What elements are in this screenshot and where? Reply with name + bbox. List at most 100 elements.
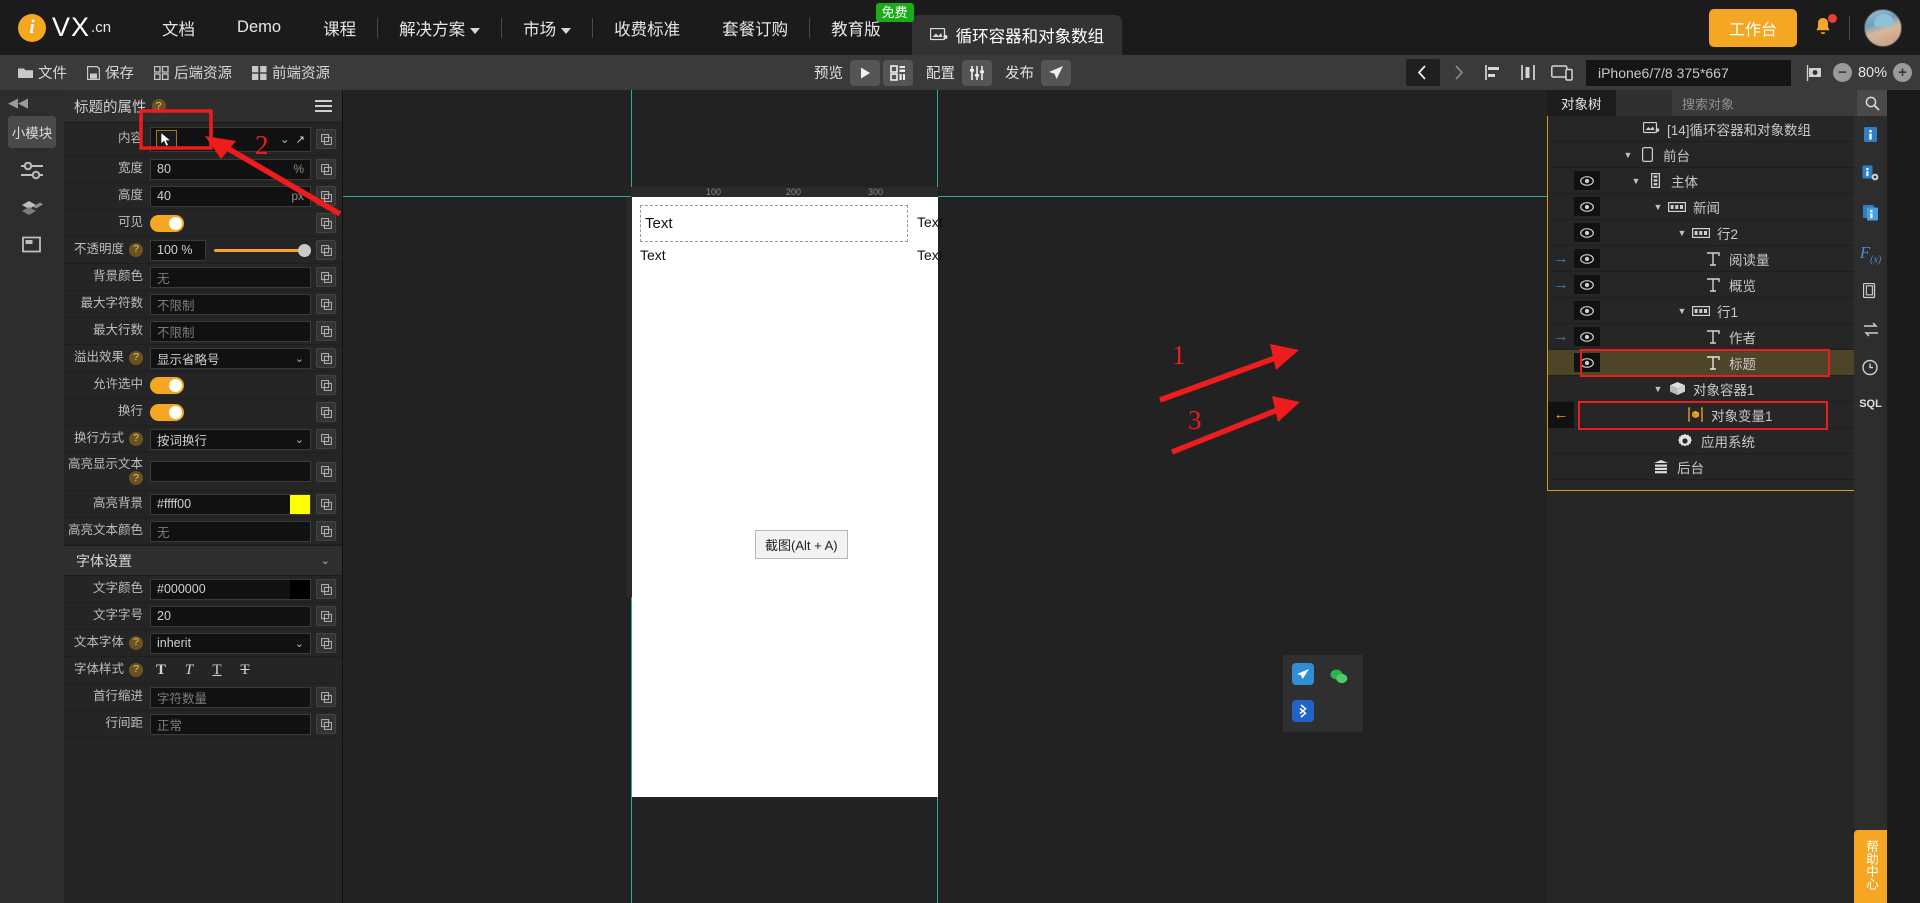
max-chars-input[interactable]: 不限制 bbox=[150, 293, 311, 315]
expand-caret[interactable]: ▼ bbox=[1628, 176, 1644, 186]
canvas-text-right-2[interactable]: Text bbox=[917, 247, 943, 263]
phone-preview[interactable]: Text Text Text Text bbox=[632, 197, 943, 797]
highlight-color-input[interactable]: 无 bbox=[150, 520, 311, 542]
help-icon[interactable]: ? bbox=[129, 351, 143, 365]
color-swatch[interactable] bbox=[290, 494, 310, 514]
clock-info-icon[interactable] bbox=[1862, 359, 1879, 380]
height-input[interactable]: 40 px bbox=[150, 185, 311, 207]
stack-icon[interactable] bbox=[1862, 204, 1880, 225]
copy-button[interactable] bbox=[316, 294, 336, 314]
qrcode-button[interactable] bbox=[883, 59, 913, 86]
font-section-header[interactable]: 字体设置 ⌄ bbox=[64, 545, 342, 576]
tree-node-row1[interactable]: ▼ 行1 bbox=[1548, 298, 1886, 324]
help-icon[interactable]: ? bbox=[151, 99, 166, 113]
logo[interactable]: i VX .cn bbox=[18, 12, 111, 43]
search-button[interactable] bbox=[1857, 90, 1887, 116]
copy-button[interactable] bbox=[316, 186, 336, 206]
canvas-text-left-2[interactable]: Text bbox=[640, 247, 666, 263]
slider-knob[interactable] bbox=[298, 243, 311, 257]
indent-input[interactable]: 字符数量 bbox=[150, 686, 311, 708]
visibility-toggle[interactable] bbox=[1574, 353, 1600, 372]
tree-node-app-system[interactable]: 应用系统 bbox=[1548, 428, 1886, 454]
text-color-input[interactable]: #000000 bbox=[150, 578, 311, 600]
copy-button[interactable] bbox=[316, 348, 336, 368]
tree-node-object-variable[interactable]: ← 对象变量1 bbox=[1548, 401, 1886, 428]
search-input[interactable]: 搜索对象 bbox=[1672, 90, 1857, 116]
line-height-input[interactable]: 正常 bbox=[150, 713, 311, 735]
copy-button[interactable] bbox=[316, 159, 336, 179]
notifications-button[interactable] bbox=[1811, 13, 1837, 41]
component-icon[interactable] bbox=[22, 236, 42, 259]
canvas-area[interactable]: 100 200 300 Text Text Text Text 截图(Alt +… bbox=[343, 90, 1547, 903]
max-lines-input[interactable]: 不限制 bbox=[150, 320, 311, 342]
visibility-toggle[interactable] bbox=[1574, 197, 1600, 216]
back-button[interactable] bbox=[1405, 59, 1440, 86]
copy-button[interactable] bbox=[316, 494, 336, 514]
nav-item-education[interactable]: 教育版 免费 bbox=[810, 0, 914, 55]
collapse-rail-button[interactable]: ◀◀ bbox=[0, 90, 64, 111]
zoom-out-button[interactable]: − bbox=[1832, 63, 1852, 82]
small-module-tab[interactable]: 小模块 bbox=[8, 116, 56, 148]
italic-button[interactable]: T bbox=[178, 660, 200, 680]
font-size-input[interactable]: 20 bbox=[150, 605, 311, 627]
function-icon[interactable]: F(x) bbox=[1860, 243, 1882, 265]
align-button[interactable] bbox=[1478, 59, 1510, 86]
selectable-toggle[interactable] bbox=[150, 376, 184, 394]
avatar[interactable] bbox=[1864, 8, 1902, 47]
expand-caret[interactable]: ▼ bbox=[1674, 228, 1690, 238]
copy-button[interactable] bbox=[316, 579, 336, 599]
copy-button[interactable] bbox=[316, 321, 336, 341]
nav-item-docs[interactable]: 文档 bbox=[141, 0, 216, 55]
link-arrow-icon[interactable]: → bbox=[1548, 272, 1574, 298]
tree-node-frontend[interactable]: ▼ 前台 bbox=[1548, 142, 1886, 168]
strikethrough-button[interactable]: T bbox=[234, 660, 256, 680]
wrap-mode-select[interactable]: 按词换行 ⌄ bbox=[150, 428, 311, 450]
info-icon[interactable] bbox=[1863, 126, 1878, 147]
visibility-toggle[interactable] bbox=[1574, 249, 1600, 268]
link-arrow-icon[interactable]: → bbox=[1548, 246, 1574, 272]
device-selector[interactable]: iPhone6/7/8 375*667 bbox=[1585, 59, 1791, 86]
copy-button[interactable] bbox=[316, 521, 336, 541]
zoom-in-button[interactable]: + bbox=[1893, 63, 1912, 82]
help-icon[interactable]: ? bbox=[129, 243, 143, 257]
help-icon[interactable]: ? bbox=[129, 663, 143, 677]
back-arrow-icon[interactable]: ← bbox=[1548, 401, 1574, 428]
copy-button[interactable] bbox=[316, 213, 336, 233]
copy-button[interactable] bbox=[316, 633, 336, 653]
content-input[interactable]: ⌄ ↗ bbox=[150, 126, 311, 152]
overflow-select[interactable]: 显示省略号 ⌄ bbox=[150, 347, 311, 369]
underline-button[interactable]: T bbox=[206, 660, 228, 680]
chevron-down-icon[interactable]: ⌄ bbox=[280, 132, 290, 146]
preview-play-button[interactable] bbox=[850, 59, 880, 86]
copy-panel-icon[interactable] bbox=[1862, 283, 1878, 304]
visibility-toggle[interactable] bbox=[1574, 171, 1600, 190]
nav-item-solutions[interactable]: 解决方案 bbox=[378, 0, 501, 55]
copy-button[interactable] bbox=[316, 402, 336, 422]
distribute-button[interactable] bbox=[1512, 59, 1544, 86]
bluetooth-icon[interactable] bbox=[1292, 700, 1314, 722]
visibility-toggle[interactable] bbox=[1574, 301, 1600, 320]
tree-node-author[interactable]: → 作者 bbox=[1548, 324, 1886, 350]
preview-label[interactable]: 预览 bbox=[814, 62, 843, 83]
forward-button[interactable] bbox=[1442, 59, 1476, 86]
expand-caret[interactable]: ▼ bbox=[1650, 384, 1666, 394]
wrap-toggle[interactable] bbox=[150, 403, 184, 421]
copy-button[interactable] bbox=[316, 687, 336, 707]
nav-item-market[interactable]: 市场 bbox=[502, 0, 592, 55]
telegram-icon[interactable] bbox=[1292, 663, 1314, 685]
screenshot-button[interactable] bbox=[1799, 59, 1831, 86]
width-input[interactable]: 80 % bbox=[150, 158, 311, 180]
bold-button[interactable]: T bbox=[150, 660, 172, 680]
highlight-text-input[interactable] bbox=[150, 461, 311, 482]
opacity-input[interactable]: 100 % bbox=[150, 239, 206, 261]
properties-menu-button[interactable] bbox=[315, 97, 332, 115]
visibility-toggle[interactable] bbox=[1574, 327, 1600, 346]
copy-button[interactable] bbox=[316, 714, 336, 734]
nav-item-courses[interactable]: 课程 bbox=[302, 0, 377, 55]
expand-caret[interactable]: ▼ bbox=[1620, 150, 1636, 160]
copy-button[interactable] bbox=[316, 267, 336, 287]
config-button[interactable] bbox=[962, 59, 992, 86]
frontend-resource-button[interactable]: 前端资源 bbox=[244, 59, 338, 86]
expand-caret[interactable]: ▼ bbox=[1674, 306, 1690, 316]
tab-object-tree[interactable]: 对象树 bbox=[1547, 90, 1616, 116]
